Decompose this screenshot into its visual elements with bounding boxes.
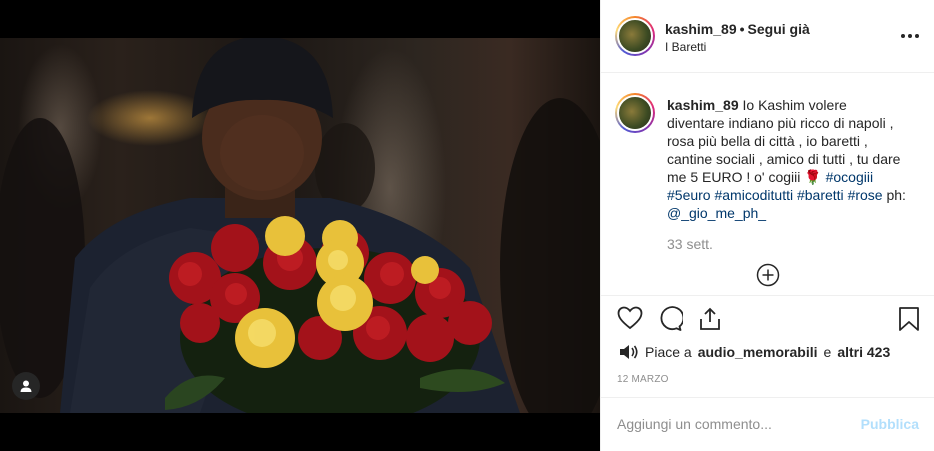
hashtag-link[interactable]: #amicoditutti — [714, 187, 793, 203]
author-avatar[interactable] — [615, 16, 655, 56]
comments-area: kashim_89 Io Kashim volere diventare ind… — [601, 73, 934, 295]
like-button[interactable] — [617, 306, 645, 334]
likes-joiner: e — [823, 344, 832, 360]
heart-icon — [617, 306, 643, 330]
comment-icon — [660, 306, 685, 331]
hashtag-link[interactable]: #baretti — [797, 187, 844, 203]
bookmark-icon — [899, 307, 919, 331]
load-more-comments-button[interactable] — [756, 263, 780, 287]
post-location[interactable]: I Baretti — [665, 40, 706, 54]
post-caption: kashim_89 Io Kashim volere diventare ind… — [667, 96, 907, 222]
author-line: kashim_89 • Segui già — [665, 21, 810, 37]
plus-circle-icon — [756, 263, 780, 287]
hashtag-link[interactable]: #5euro — [667, 187, 711, 203]
author-username[interactable]: kashim_89 — [665, 21, 737, 37]
likes-others-link[interactable]: altri 423 — [837, 344, 890, 360]
caption-credit: ph: — [886, 187, 906, 203]
comment-button[interactable] — [657, 306, 685, 334]
post-header: kashim_89 • Segui già I Baretti — [601, 0, 934, 73]
likes-user-link[interactable]: audio_memorabili — [698, 344, 818, 360]
post-date[interactable]: 12 MARZO — [617, 374, 669, 385]
user-icon — [20, 380, 32, 392]
post-photo[interactable] — [0, 38, 600, 413]
hashtag-link[interactable]: #rose — [848, 187, 883, 203]
caption-avatar[interactable] — [615, 93, 655, 133]
more-options-icon[interactable] — [901, 26, 919, 46]
comment-form: Pubblica — [601, 397, 934, 451]
likes-summary: Piace a audio_memorabili e altri 423 — [619, 344, 890, 360]
tagged-user-button[interactable] — [12, 372, 40, 400]
share-button[interactable] — [697, 306, 725, 334]
caption-time[interactable]: 33 sett. — [667, 236, 713, 252]
share-icon — [700, 307, 720, 330]
post-media[interactable] — [0, 0, 600, 451]
caption-username[interactable]: kashim_89 — [667, 97, 739, 113]
save-button[interactable] — [897, 306, 925, 334]
likes-prefix: Piace a — [645, 344, 692, 360]
photo-illustration — [0, 38, 600, 413]
audio-icon — [620, 345, 638, 359]
separator-dot: • — [739, 21, 745, 37]
follow-status-button[interactable]: Segui già — [748, 21, 810, 37]
hashtag-link[interactable]: #ocogiii — [826, 169, 873, 185]
action-bar — [601, 295, 934, 335]
caption-emoji: 🌹 — [804, 169, 822, 185]
post-side-panel: kashim_89 • Segui già I Baretti kashim_89 … — [600, 0, 934, 451]
publish-button[interactable]: Pubblica — [861, 416, 919, 432]
mention-link[interactable]: @_gio_me_ph_ — [667, 205, 766, 221]
comment-input[interactable] — [617, 416, 847, 432]
